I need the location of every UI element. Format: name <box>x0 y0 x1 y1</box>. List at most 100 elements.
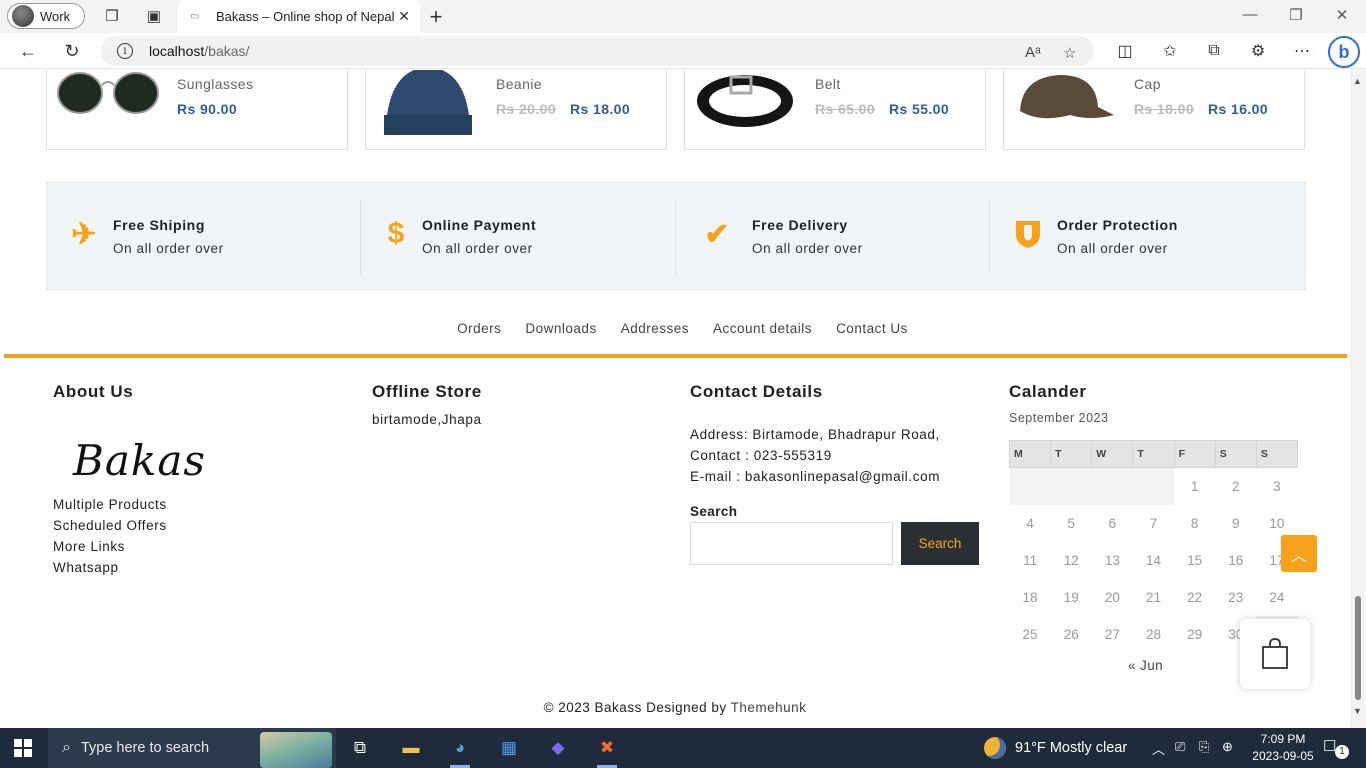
back-icon[interactable]: ← <box>15 39 41 63</box>
about-link-multiple-products[interactable]: Multiple Products <box>53 497 167 512</box>
scroll-up-arrow-icon[interactable]: ▲ <box>1353 76 1362 86</box>
browser-tab-active[interactable]: ▭ Bakass – Online shop of Nepal ✕ <box>178 0 420 33</box>
close-tab-icon[interactable]: ✕ <box>398 8 410 25</box>
account-link-downloads[interactable]: Downloads <box>525 321 596 336</box>
product-sale-price: Rs 90.00 <box>177 101 238 117</box>
show-hidden-icons-icon[interactable]: ︿ <box>1152 739 1165 758</box>
product-old-price: Rs 20.00 <box>496 101 557 117</box>
contact-phone: Contact : 023-555319 <box>690 448 832 463</box>
account-link-contact[interactable]: Contact Us <box>836 321 908 336</box>
beanie-image <box>384 70 472 135</box>
page-scrollbar[interactable]: ▲ ▼ <box>1350 70 1366 728</box>
weekday-header: T <box>1132 440 1175 468</box>
read-aloud-icon[interactable]: Aᵃ <box>1025 44 1041 61</box>
calendar-day: 23 <box>1215 578 1257 616</box>
profile-button[interactable]: Work <box>7 3 85 29</box>
scroll-down-arrow-icon[interactable]: ▼ <box>1353 706 1362 716</box>
taskbar-search[interactable]: ⌕ Type here to search <box>48 728 336 768</box>
contact-email: E-mail : bakasonlinepasal@gmail.com <box>690 469 941 484</box>
notification-center-icon[interactable]: ☐ 1 <box>1323 737 1349 759</box>
task-view-icon[interactable]: ⧉ <box>346 734 374 762</box>
dollar-icon: $ <box>387 217 405 250</box>
belt-image <box>697 75 793 127</box>
app-icon[interactable]: ◆ <box>544 734 572 762</box>
xampp-icon[interactable]: ✖ <box>593 734 621 768</box>
calendar-day: 2 <box>1215 467 1257 505</box>
favorite-star-icon[interactable]: ☆ <box>1063 44 1076 62</box>
taskbar-search-placeholder: Type here to search <box>80 740 210 756</box>
calendar-weekday-row: M T W T F S S <box>1008 440 1299 468</box>
themehunk-link[interactable]: Themehunk <box>731 700 807 715</box>
store-icon[interactable]: ▦ <box>495 734 523 762</box>
bing-copilot-icon[interactable]: b <box>1328 36 1360 68</box>
search-button[interactable]: Search <box>901 522 979 565</box>
calendar-day: 3 <box>1256 467 1298 505</box>
weekday-header: F <box>1173 440 1216 468</box>
calendar-day: 13 <box>1091 541 1133 579</box>
sunglasses-image <box>57 72 159 114</box>
feature-subtitle: On all order over <box>422 241 533 256</box>
tab-actions-icon[interactable]: ▣ <box>142 5 166 27</box>
product-card-cap[interactable]: Cap Rs 18.00 Rs 16.00 <box>1003 70 1305 150</box>
account-link-addresses[interactable]: Addresses <box>621 321 689 336</box>
calendar-day: 27 <box>1091 615 1133 653</box>
calendar-caption: September 2023 <box>1009 411 1109 425</box>
calendar-prev-month-link[interactable]: « Jun <box>1128 658 1163 673</box>
site-info-icon[interactable]: i <box>117 43 133 59</box>
calendar-day: 1 <box>1174 467 1216 505</box>
meet-now-icon[interactable]: ⎚ <box>1175 739 1185 755</box>
product-old-price: Rs 65.00 <box>815 101 876 117</box>
calendar-week-row: 4 5 6 7 8 9 10 <box>1009 504 1298 542</box>
calendar-day: 9 <box>1215 504 1257 542</box>
scrollbar-thumb[interactable] <box>1355 596 1361 700</box>
calendar-day: 8 <box>1174 504 1216 542</box>
collections-icon[interactable]: ⧉ <box>1201 39 1227 63</box>
close-window-icon[interactable]: ✕ <box>1319 6 1365 24</box>
account-link-details[interactable]: Account details <box>713 321 812 336</box>
minimize-icon[interactable]: — <box>1227 6 1273 23</box>
browser-tab-bar: Work ❐ ▣ ▭ Bakass – Online shop of Nepal… <box>0 0 1366 33</box>
favorites-icon[interactable]: ✩ <box>1157 39 1183 63</box>
refresh-icon[interactable]: ↻ <box>59 39 85 63</box>
file-explorer-icon[interactable]: ▬ <box>397 734 425 762</box>
product-card-sunglasses[interactable]: Sunglasses Rs 90.00 <box>46 70 348 150</box>
weather-widget[interactable]: 91°F Mostly clear <box>984 728 1127 768</box>
weekday-header: S <box>1255 440 1299 468</box>
taskbar-clock[interactable]: 7:09 PM 2023-09-05 <box>1248 731 1318 765</box>
shopping-bag-icon <box>1262 638 1288 669</box>
address-bar[interactable]: i localhost/bakas/ Aᵃ ☆ <box>101 36 1094 66</box>
product-card-beanie[interactable]: Beanie Rs 20.00 Rs 18.00 <box>365 70 667 150</box>
language-globe-icon[interactable]: ⊕ <box>1222 739 1233 755</box>
feature-divider <box>360 199 361 275</box>
calendar-day: 11 <box>1009 541 1051 579</box>
product-name[interactable]: Cap <box>1134 76 1161 92</box>
restore-icon[interactable]: ❐ <box>1273 6 1319 24</box>
workspaces-icon[interactable]: ❐ <box>100 5 124 27</box>
calendar-day: 19 <box>1050 578 1092 616</box>
shield-icon <box>1013 216 1043 252</box>
calendar-day: 5 <box>1050 504 1092 542</box>
split-screen-icon[interactable]: ◫ <box>1112 39 1138 63</box>
about-link-more-links[interactable]: More Links <box>53 539 125 554</box>
extensions-icon[interactable]: ⚙ <box>1245 39 1271 63</box>
about-link-whatsapp[interactable]: Whatsapp <box>53 560 119 575</box>
product-name[interactable]: Belt <box>815 76 841 92</box>
cart-button[interactable] <box>1240 619 1310 689</box>
account-link-orders[interactable]: Orders <box>457 321 501 336</box>
search-input[interactable] <box>690 522 893 565</box>
network-icon[interactable]: ⎘ <box>1199 739 1209 755</box>
product-name[interactable]: Beanie <box>496 76 542 92</box>
windows-start-icon[interactable] <box>14 739 32 757</box>
product-card-belt[interactable]: Belt Rs 65.00 Rs 55.00 <box>684 70 986 150</box>
more-menu-icon[interactable]: ⋯ <box>1289 39 1315 63</box>
clock-time: 7:09 PM <box>1260 732 1306 746</box>
calendar-day: 28 <box>1132 615 1175 653</box>
new-tab-icon[interactable]: + <box>424 4 448 30</box>
site-logo[interactable]: Bakas <box>73 436 206 485</box>
calendar-blank-cell <box>1009 467 1175 505</box>
scroll-to-top-button[interactable]: ︿ <box>1281 535 1317 572</box>
calendar-week-row: 1 2 3 <box>1009 467 1298 505</box>
product-name[interactable]: Sunglasses <box>177 76 253 92</box>
edge-browser-icon[interactable]: ◕ <box>446 734 474 768</box>
about-link-scheduled-offers[interactable]: Scheduled Offers <box>53 518 167 533</box>
